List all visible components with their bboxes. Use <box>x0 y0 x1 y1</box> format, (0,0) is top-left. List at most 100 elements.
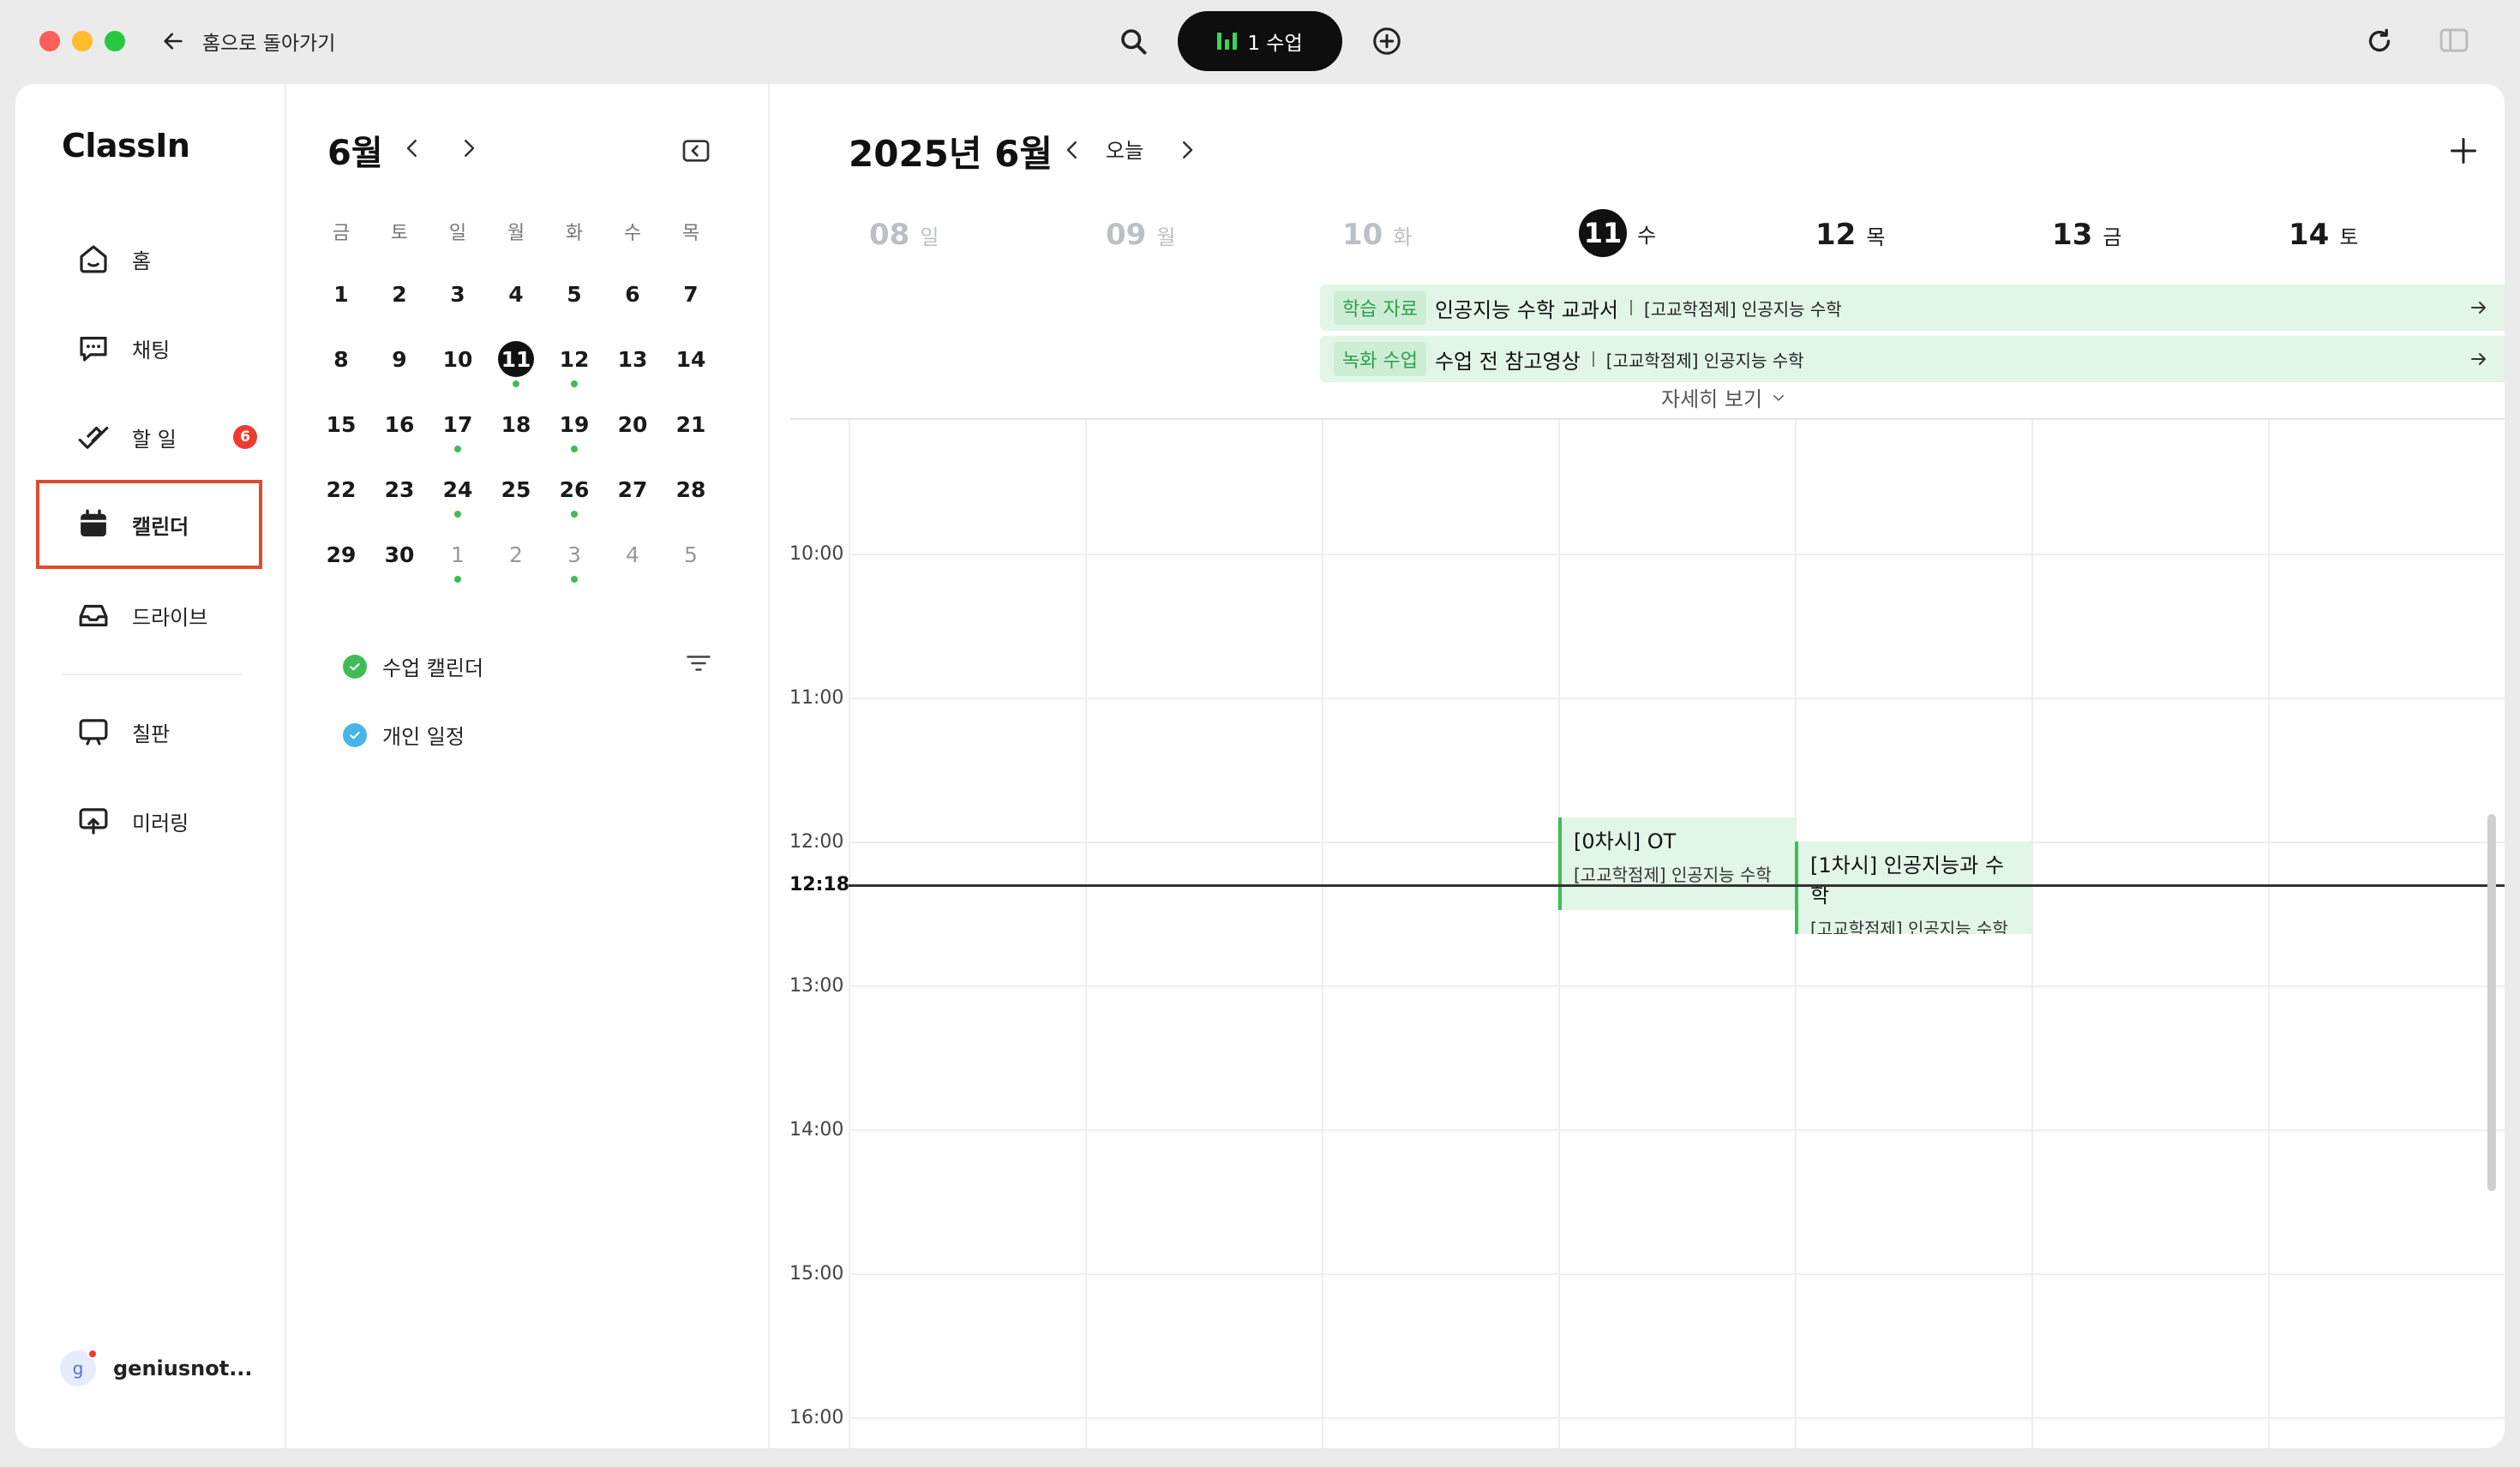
day-number: 2 <box>392 281 407 307</box>
add-circle-icon[interactable] <box>1371 26 1402 57</box>
day-column-divider <box>2268 420 2270 1448</box>
nav-label-chat: 채팅 <box>132 338 171 362</box>
event-title: [1차시] 인공지능과 수학 <box>1810 853 2004 907</box>
mini-calendar-day[interactable]: 6 <box>603 276 662 319</box>
event-indicator-dot <box>513 380 519 387</box>
chevron-left-icon[interactable] <box>399 135 425 161</box>
mini-calendar-day[interactable]: 14 <box>662 341 720 384</box>
mini-calendar-day[interactable]: 10 <box>429 341 487 384</box>
event-indicator-dot <box>571 380 578 387</box>
hour-label: 12:00 <box>789 831 844 853</box>
day-header-weekday: 목 <box>1866 225 1886 249</box>
chevron-left-icon[interactable] <box>1059 137 1085 163</box>
chevron-right-icon[interactable] <box>456 135 482 161</box>
vertical-scrollbar[interactable] <box>2487 814 2496 1191</box>
calendar-event[interactable]: [0차시] OT [고교학점제] 인공지능 수학 <box>1558 817 1795 910</box>
weekday-label: 화 <box>565 223 584 244</box>
nav-item-home[interactable]: 홈 <box>39 218 259 300</box>
hour-line <box>849 1129 2505 1131</box>
mini-calendar-day[interactable]: 7 <box>662 276 720 319</box>
hour-line <box>849 1417 2505 1419</box>
home-icon <box>80 245 107 273</box>
day-header-12[interactable]: 12 목 <box>1815 218 1885 252</box>
day-column-divider <box>1558 420 1560 1448</box>
day-number: 14 <box>675 346 706 372</box>
nav-item-chat[interactable]: 채팅 <box>39 307 259 389</box>
refresh-icon[interactable] <box>2364 26 2395 57</box>
day-header-weekday: 토 <box>2339 225 2359 249</box>
chevron-right-icon[interactable] <box>1174 137 1200 163</box>
day-header-10[interactable]: 10 화 <box>1342 218 1412 252</box>
day-number: 3 <box>450 281 465 307</box>
mini-calendar-day[interactable]: 12 <box>545 341 603 387</box>
day-column-divider <box>849 420 850 1448</box>
mini-calendar-day[interactable]: 9 <box>370 341 429 384</box>
zoom-window-button[interactable] <box>105 31 125 51</box>
hour-line <box>849 985 2505 987</box>
mini-calendar-day[interactable]: 4 <box>487 276 545 319</box>
day-number: 8 <box>333 346 349 372</box>
allday-event-course: [고교학점제] 인공지능 수학 <box>1643 298 1842 320</box>
day-number: 1 <box>333 281 349 307</box>
day-header-11[interactable]: 11 수 <box>1579 209 1656 257</box>
event-course: [고교학점제] 인공지능 수학 <box>1810 919 2008 934</box>
separator <box>1592 351 1594 367</box>
day-header-13[interactable]: 13 금 <box>2052 218 2121 252</box>
day-column-divider <box>2031 420 2033 1448</box>
arrow-right-icon[interactable] <box>2469 297 2489 318</box>
live-class-button[interactable]: 1 수업 <box>1178 11 1342 71</box>
arrow-right-icon[interactable] <box>2469 349 2489 369</box>
app-window: ClassIn 홈 채팅 할 일 6 캘린더 드라이브 칠판 미러링 g gen… <box>15 84 2505 1448</box>
weekday-label: 수 <box>623 223 642 244</box>
weekday-label: 목 <box>681 223 700 244</box>
calendar-event[interactable]: [1차시] 인공지능과 수학 [고교학점제] 인공지능 수학 <box>1795 841 2031 934</box>
title-bar: 홈으로 돌아가기 1 수업 <box>0 0 2520 84</box>
mini-calendar-day[interactable]: 8 <box>312 341 370 384</box>
allday-event-recorded-class[interactable]: 녹화 수업 수업 전 참고영상 [고교학점제] 인공지능 수학 <box>1320 336 2505 382</box>
weekday-label: 토 <box>390 223 409 244</box>
add-event-icon[interactable] <box>2448 135 2479 166</box>
day-header-weekday: 일 <box>920 225 939 249</box>
day-header-weekday: 월 <box>1156 225 1176 249</box>
mini-calendar-title: 6월 <box>327 134 383 173</box>
search-icon[interactable] <box>1118 26 1149 57</box>
day-header-08[interactable]: 08 일 <box>869 218 939 252</box>
allday-event-title: 수업 전 참고영상 <box>1434 349 1581 374</box>
sidebar-toggle-icon[interactable] <box>2439 27 2469 53</box>
show-more-button[interactable]: 자세히 보기 <box>1661 382 1786 412</box>
day-header-weekday: 수 <box>1637 223 1657 248</box>
allday-event-study-material[interactable]: 학습 자료 인공지능 수학 교과서 [고교학점제] 인공지능 수학 <box>1320 284 2505 331</box>
weekday-label: 월 <box>507 223 525 244</box>
day-header-weekday: 금 <box>2103 225 2122 249</box>
day-header-number: 14 <box>2289 218 2330 252</box>
live-bars-icon <box>1217 33 1238 50</box>
close-window-button[interactable] <box>39 31 60 51</box>
hour-label: 16:00 <box>789 1407 844 1428</box>
mini-calendar-today[interactable]: 11 <box>487 341 545 387</box>
day-header-09[interactable]: 09 월 <box>1106 218 1175 252</box>
hour-label: 11:00 <box>789 687 844 709</box>
mini-calendar-day[interactable]: 3 <box>429 276 487 319</box>
mini-calendar-day[interactable]: 2 <box>370 276 429 319</box>
live-class-label: 1 수업 <box>1247 33 1303 55</box>
mini-calendar-day[interactable]: 5 <box>545 276 603 319</box>
mini-calendar-day[interactable]: 1 <box>312 276 370 319</box>
day-header-14[interactable]: 14 토 <box>2289 218 2358 252</box>
collapse-panel-icon[interactable] <box>682 139 710 163</box>
day-number: 9 <box>392 346 407 372</box>
day-header-number: 11 <box>1579 209 1627 257</box>
show-more-label: 자세히 보기 <box>1661 387 1763 411</box>
day-header-number: 08 <box>869 218 910 252</box>
mini-calendar-day[interactable]: 13 <box>603 341 662 384</box>
hour-line <box>849 698 2505 699</box>
main-calendar-title: 2025년 6월 <box>849 133 1053 175</box>
hour-line <box>849 1273 2505 1275</box>
back-to-home-button[interactable]: 홈으로 돌아가기 <box>161 24 335 58</box>
allday-event-tag: 학습 자료 <box>1334 290 1426 325</box>
today-button[interactable]: 오늘 <box>1106 134 1143 164</box>
app-logo: ClassIn <box>62 127 190 165</box>
day-column-divider <box>1322 420 1323 1448</box>
day-column-divider <box>1795 420 1797 1448</box>
minimize-window-button[interactable] <box>72 31 93 51</box>
day-header-weekday: 화 <box>1393 225 1413 249</box>
